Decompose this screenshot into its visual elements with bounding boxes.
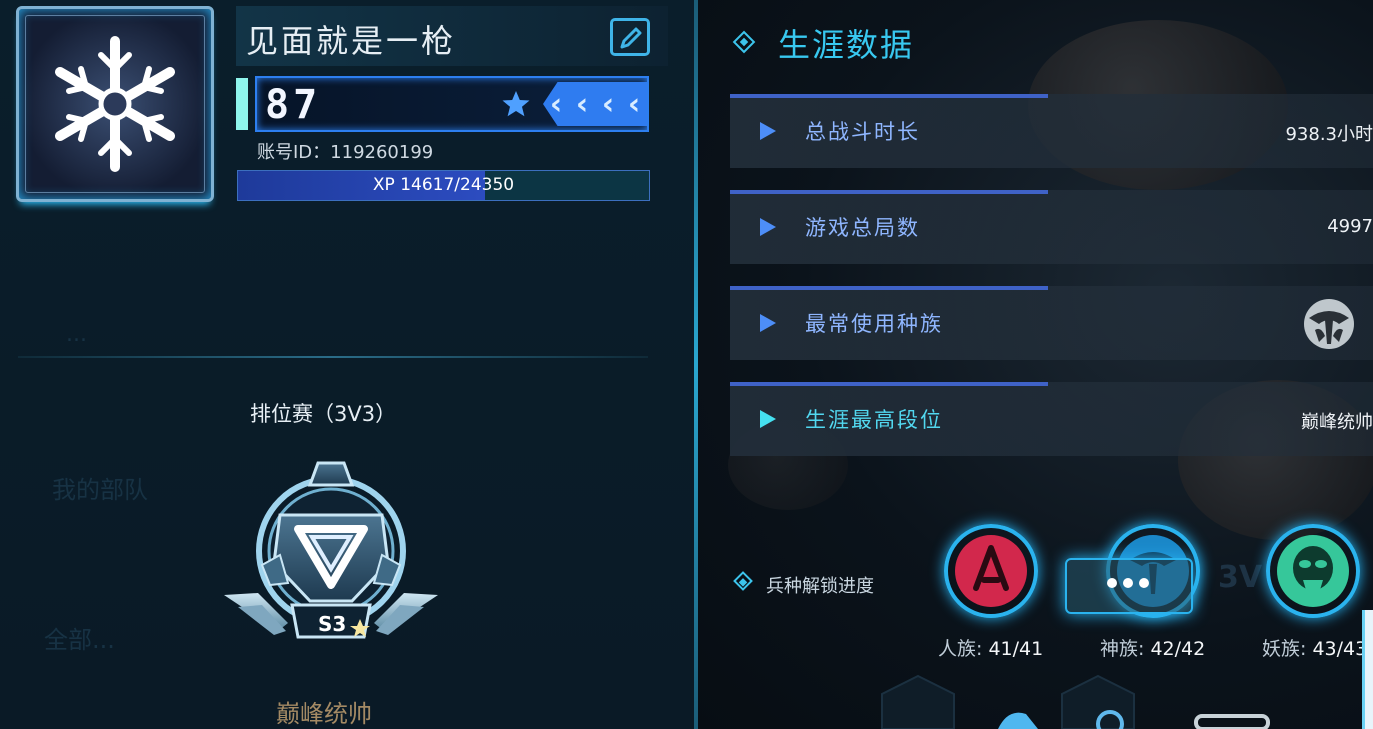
demon-race-icon	[1277, 535, 1349, 607]
player-name: 见面就是一枪	[246, 22, 457, 60]
play-arrow-icon	[760, 314, 776, 332]
divider-line	[18, 356, 648, 358]
career-panel: 3V 生涯数据 总战斗时长 938.3小时 游戏总局数 4997 最常使用种族	[698, 0, 1373, 729]
star-icon	[502, 91, 530, 117]
season-badge: S3	[318, 612, 346, 636]
play-arrow-icon	[760, 122, 776, 140]
race-count: 42/42	[1150, 638, 1206, 660]
level-accent	[236, 78, 248, 130]
race-name: 神族:	[1100, 638, 1145, 660]
bottom-hex-icons	[881, 674, 1270, 729]
snowflake-icon	[55, 36, 175, 172]
stat-row-battle-time: 总战斗时长 938.3小时	[730, 94, 1373, 168]
more-button[interactable]	[1065, 558, 1193, 614]
stat-row-total-games: 游戏总局数 4997	[730, 190, 1373, 264]
stat-row-highest-tier: 生涯最高段位 巅峰统帅	[730, 382, 1373, 456]
race-count: 41/41	[988, 638, 1044, 660]
ranked-mode-label: 排位赛（3V3）	[250, 402, 397, 426]
player-level: 87	[265, 82, 322, 128]
edit-name-button[interactable]	[610, 18, 650, 56]
race-progress: 神族: 42/42	[1100, 634, 1205, 661]
more-icon	[1107, 578, 1149, 588]
play-arrow-icon	[760, 218, 776, 236]
xp-text: XP 14617/24350	[372, 175, 515, 195]
stat-topline	[730, 94, 1048, 98]
stat-value: 巅峰统帅	[1301, 412, 1373, 433]
chevrons-icon: ‹ ‹ ‹ ‹	[543, 82, 647, 126]
player-panel: 见面就是一枪 87 ‹ ‹ ‹ ‹ 账号ID：119260199 XP 14617/2…	[0, 0, 697, 729]
race-progress: 妖族: 43/43	[1262, 634, 1367, 661]
demon-race-button[interactable]	[1266, 524, 1360, 618]
stat-value: 4997	[1327, 216, 1373, 237]
section-title: 生涯数据	[778, 26, 915, 64]
stat-row-most-used-race: 最常使用种族	[730, 286, 1373, 360]
diamond-icon	[733, 571, 753, 591]
background-text: 3V	[1218, 560, 1263, 595]
race-icon	[1304, 299, 1354, 349]
stat-label: 总战斗时长	[805, 120, 920, 144]
faded-label: 我的部队	[52, 476, 148, 504]
stat-topline	[730, 382, 1048, 386]
faded-label: 全部...	[44, 626, 115, 654]
unlock-progress-title: 兵种解锁进度	[766, 576, 874, 597]
human-race-icon	[955, 535, 1027, 607]
race-progress: 人族: 41/41	[938, 634, 1043, 661]
stat-topline	[730, 190, 1048, 194]
stat-label: 生涯最高段位	[805, 408, 943, 432]
race-name: 人族:	[938, 638, 983, 660]
xp-bar: XP 14617/24350	[237, 170, 650, 201]
stat-value: 938.3小时	[1285, 124, 1373, 145]
edit-icon	[620, 27, 642, 49]
account-id: 账号ID：119260199	[257, 142, 434, 163]
level-box: 87 ‹ ‹ ‹ ‹	[255, 76, 649, 132]
diamond-icon	[732, 30, 756, 54]
stat-label: 游戏总局数	[805, 216, 920, 240]
tier-name: 巅峰统帅	[276, 700, 372, 728]
faded-label: ...	[66, 322, 87, 347]
race-count: 43/43	[1312, 638, 1368, 660]
human-race-button[interactable]	[944, 524, 1038, 618]
stat-topline	[730, 286, 1048, 290]
scroll-edge[interactable]	[1362, 610, 1373, 729]
play-arrow-icon	[760, 410, 776, 428]
profile-screen: 见面就是一枪 87 ‹ ‹ ‹ ‹ 账号ID：119260199 XP 14617/2…	[0, 0, 1373, 729]
avatar[interactable]	[16, 6, 214, 202]
race-name: 妖族:	[1262, 638, 1307, 660]
stat-label: 最常使用种族	[805, 312, 943, 336]
rank-emblem-icon[interactable]: S3	[218, 455, 444, 655]
name-bar: 见面就是一枪	[236, 6, 668, 66]
